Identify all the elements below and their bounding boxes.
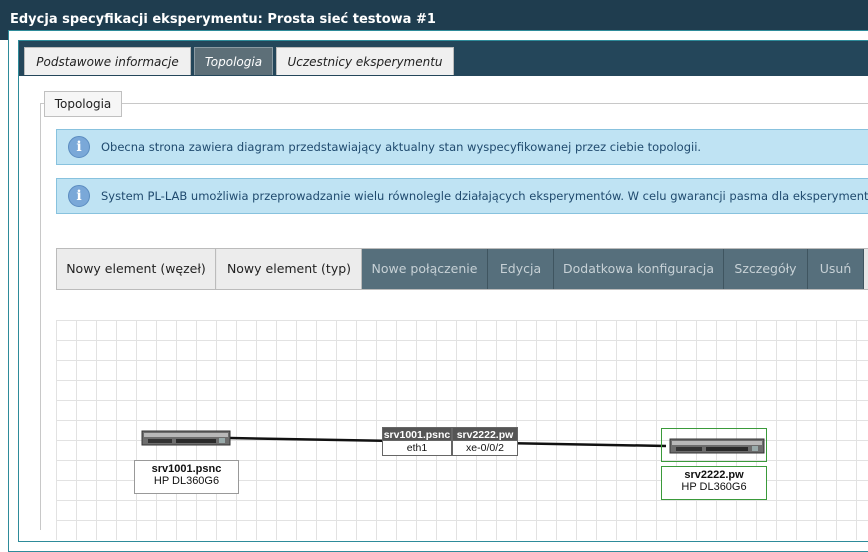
endpoint-interface: xe-0/0/2 (452, 441, 518, 456)
fieldset-border-top (40, 103, 868, 104)
button-label: Dodatkowa konfiguracja (563, 261, 714, 276)
endpoint-host: srv1001.psnc (382, 427, 452, 441)
details-button[interactable]: Szczegóły (724, 249, 808, 289)
tab-label: Podstawowe informacje (36, 55, 179, 69)
server-icon[interactable] (141, 430, 231, 446)
button-label: Nowy element (typ) (226, 261, 352, 276)
fieldset-legend: Topologia (44, 91, 122, 117)
new-type-button[interactable]: Nowy element (typ) (217, 249, 362, 289)
endpoint-host: srv2222.pw (452, 427, 518, 441)
node-type: HP DL360G6 (153, 475, 220, 487)
tab-label: Uczestnicy eksperymentu (287, 55, 443, 69)
tab-participants[interactable]: Uczestnicy eksperymentu (276, 47, 454, 75)
info-icon: i (68, 136, 90, 158)
link-endpoint-label[interactable]: srv1001.psnc eth1 (382, 427, 452, 456)
button-label: Nowe połączenie (371, 261, 478, 276)
topology-canvas[interactable]: srv1001.psnc HP DL360G6 srv2222.pw HP DL… (56, 320, 868, 540)
button-label: Edycja (499, 261, 542, 276)
window-title: Edycja specyfikacji eksperymentu: Prosta… (10, 12, 436, 27)
node-name: srv1001.psnc (151, 463, 222, 475)
node-label[interactable]: srv2222.pw HP DL360G6 (661, 466, 767, 500)
new-node-button[interactable]: Nowy element (węzeł) (57, 249, 216, 289)
new-connection-button[interactable]: Nowe połączenie (362, 249, 488, 289)
additional-config-button[interactable]: Dodatkowa konfiguracja (554, 249, 724, 289)
node-type: HP DL360G6 (681, 481, 747, 493)
info-icon: i (68, 185, 90, 207)
button-label: Szczegóły (734, 261, 797, 276)
node-name: srv2222.pw (684, 469, 744, 481)
info-text: System PL-LAB umożliwia przeprowadzanie … (101, 189, 868, 203)
link-endpoint-label[interactable]: srv2222.pw xe-0/0/2 (452, 427, 518, 456)
endpoint-interface: eth1 (382, 441, 452, 456)
node-label[interactable]: srv1001.psnc HP DL360G6 (134, 460, 239, 494)
info-message: i System PL-LAB umożliwia przeprowadzani… (56, 178, 868, 214)
tab-label: Topologia (204, 55, 263, 69)
selected-node-frame[interactable] (661, 428, 767, 462)
button-label: Usuń (819, 261, 852, 276)
info-message: i Obecna strona zawiera diagram przedsta… (56, 129, 868, 165)
button-label: Nowy element (węzeł) (66, 261, 206, 276)
edit-button[interactable]: Edycja (488, 249, 554, 289)
tab-topology[interactable]: Topologia (194, 47, 273, 75)
fieldset-border-left (40, 103, 41, 530)
info-text: Obecna strona zawiera diagram przedstawi… (101, 140, 702, 154)
delete-button[interactable]: Usuń (808, 249, 864, 289)
tab-basic-info[interactable]: Podstawowe informacje (24, 47, 191, 75)
